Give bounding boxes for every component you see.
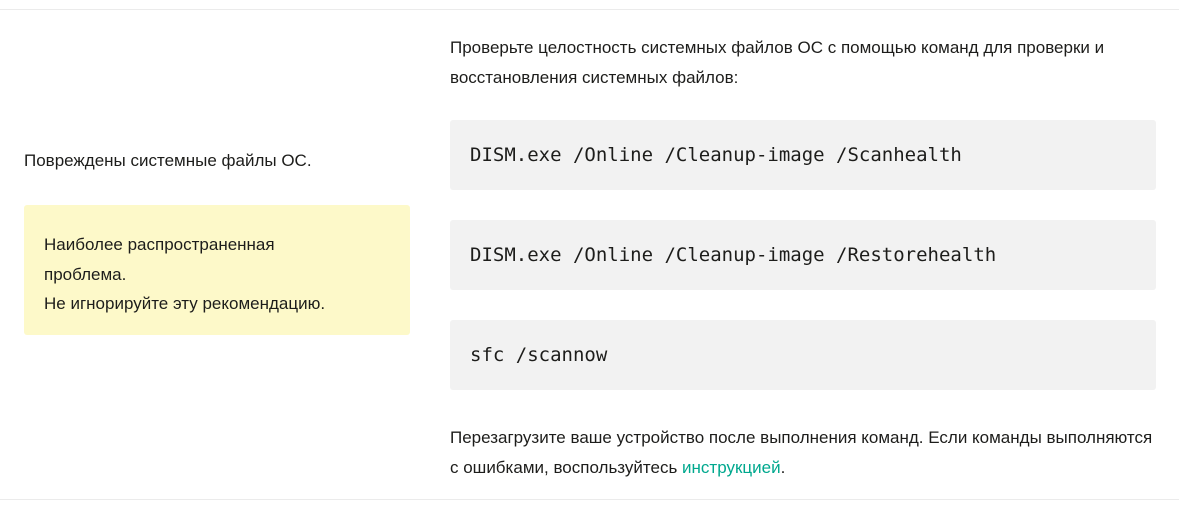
bottom-divider — [0, 499, 1179, 500]
top-divider — [0, 9, 1179, 10]
problem-description: Повреждены системные файлы ОС. — [24, 151, 312, 170]
note-line-3: Не игнорируйте эту рекомендацию. — [44, 294, 326, 313]
outro-period: . — [780, 457, 786, 477]
command-code-block[interactable]: DISM.exe /Online /Cleanup-image /Scanhea… — [450, 120, 1156, 190]
note-line-2: проблема. — [44, 264, 127, 284]
solution-intro: Проверьте целостность системных файлов О… — [450, 38, 1105, 87]
solution-outro: Перезагрузите ваше устройство после выпо… — [450, 423, 1156, 482]
command-code-block[interactable]: sfc /scannow — [450, 320, 1156, 390]
recommendation-note: Наиболее распространенная проблема. Не и… — [24, 205, 410, 335]
note-line-1: Наиболее распространенная — [44, 235, 275, 254]
outro-text: Перезагрузите ваше устройство после выпо… — [450, 428, 1153, 477]
instructions-link[interactable]: инструкцией — [682, 458, 781, 477]
command-code-block[interactable]: DISM.exe /Online /Cleanup-image /Restore… — [450, 220, 1156, 290]
